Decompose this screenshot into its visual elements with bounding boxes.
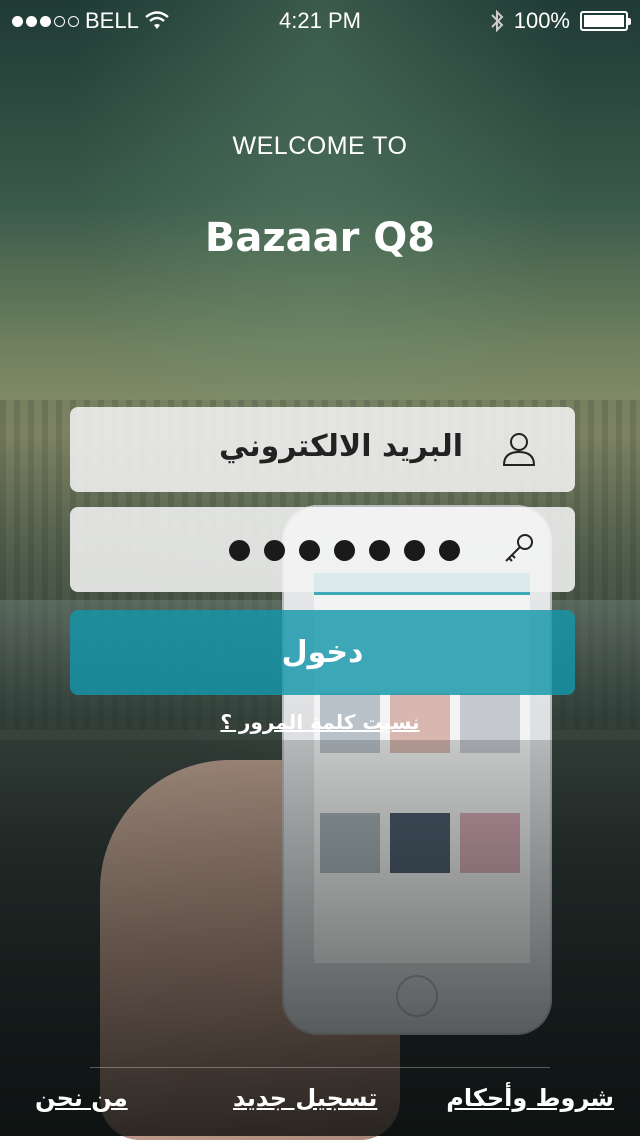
password-dot <box>439 540 460 561</box>
register-link[interactable]: تسجيل جديد <box>233 1084 377 1112</box>
app-title: Bazaar Q8 <box>204 215 436 261</box>
battery-percent: 100% <box>513 8 570 33</box>
status-bar: BELL 4:21 PM 100% <box>0 0 640 40</box>
bluetooth-icon <box>491 9 504 33</box>
login-button[interactable]: دخول <box>70 610 575 695</box>
footer-divider <box>90 1067 550 1068</box>
welcome-text: WELCOME TO <box>232 132 408 160</box>
bottom-shade <box>0 740 640 1136</box>
battery-icon <box>580 11 631 31</box>
email-field[interactable]: البريد الالكتروني <box>70 407 575 492</box>
forgot-password-link[interactable]: نسيت كلمة المرور ؟ <box>0 710 640 734</box>
user-icon <box>502 433 536 466</box>
battery-fill <box>584 15 624 27</box>
password-dot <box>369 540 390 561</box>
password-dot <box>264 540 285 561</box>
status-right: 100% <box>490 8 631 34</box>
email-placeholder: البريد الالكتروني <box>219 429 463 464</box>
password-dot <box>299 540 320 561</box>
password-dot <box>229 540 250 561</box>
password-field[interactable] <box>70 507 575 592</box>
password-dot <box>334 540 355 561</box>
password-mask <box>229 540 460 561</box>
key-icon <box>505 534 533 562</box>
terms-link[interactable]: شروط وأحكام <box>446 1084 614 1112</box>
about-us-link[interactable]: من نحن <box>35 1084 128 1112</box>
password-dot <box>404 540 425 561</box>
